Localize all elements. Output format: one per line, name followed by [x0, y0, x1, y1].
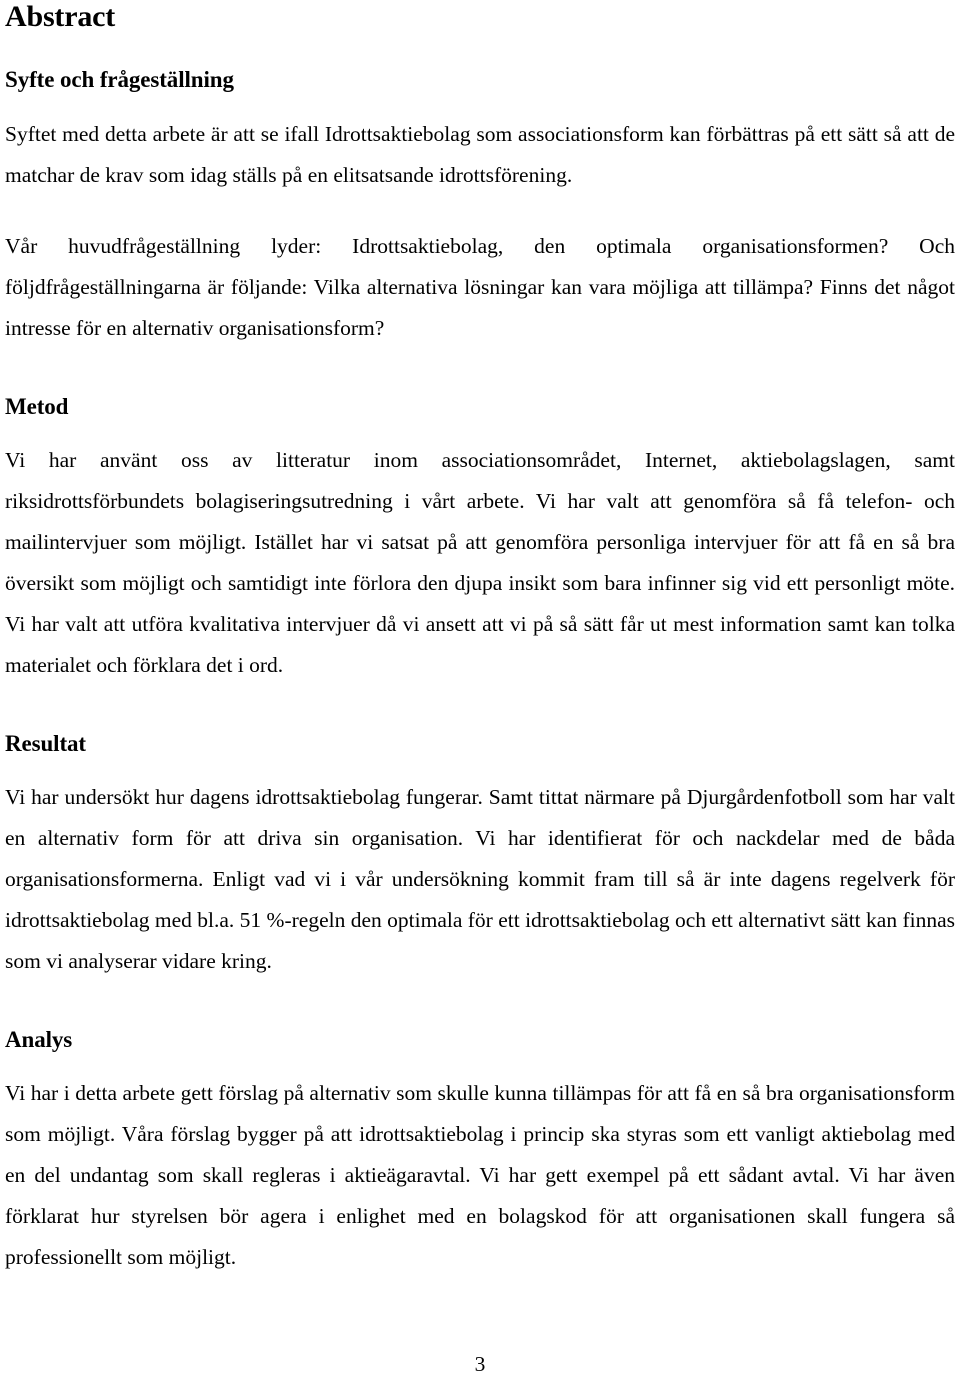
paragraph-analys-1: Vi har i detta arbete gett förslag på al…	[5, 1081, 955, 1269]
section-heading-analys: Analys	[5, 1027, 73, 1052]
paragraph-resultat-1: Vi har undersökt hur dagens idrottsaktie…	[5, 785, 955, 973]
section-heading-metod: Metod	[5, 394, 69, 419]
paragraph-metod-1: Vi har använt oss av litteratur inom ass…	[5, 448, 955, 677]
document-body: Abstract Syfte och frågeställning Syftet…	[5, 0, 955, 1278]
paragraph-syfte-2: Vår huvudfrågeställning lyder: Idrottsak…	[5, 234, 955, 340]
paragraph-syfte-1: Syftet med detta arbete är att se ifall …	[5, 122, 955, 187]
section-heading-syfte: Syfte och frågeställning	[5, 67, 234, 92]
document-page: Abstract Syfte och frågeställning Syftet…	[0, 0, 960, 1385]
page-title: Abstract	[5, 0, 116, 33]
section-heading-resultat: Resultat	[5, 731, 86, 756]
page-number: 3	[474, 1352, 486, 1376]
